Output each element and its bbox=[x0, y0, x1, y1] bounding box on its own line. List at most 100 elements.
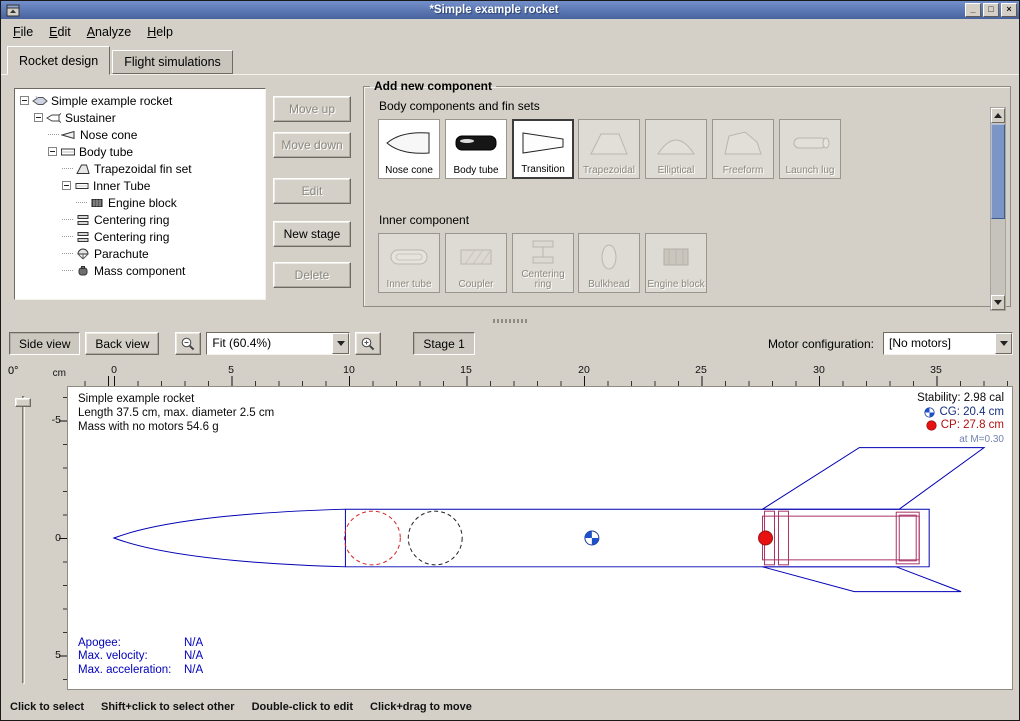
openrocket-window: *Simple example rocket _ □ × File Edit A… bbox=[0, 0, 1020, 721]
engine-block-icon bbox=[89, 197, 105, 209]
add-transition-button[interactable]: Transition bbox=[512, 119, 574, 179]
add-inner-tube-button: Inner tube bbox=[378, 233, 440, 293]
tree-item-mass-component[interactable]: Mass component bbox=[18, 262, 265, 279]
body-tube-icon bbox=[60, 146, 76, 158]
fin-upper bbox=[763, 448, 985, 510]
cp-icon bbox=[926, 420, 937, 431]
trapezoidal-fin-icon bbox=[585, 128, 633, 158]
rocket-view-area: 0° cm 0 5 10 15 20 25 30 35 -5 0 5 bbox=[1, 360, 1019, 694]
move-down-button: Move down bbox=[273, 132, 351, 158]
body-tube-icon bbox=[452, 128, 500, 158]
add-trapezoidal-button: Trapezoidal bbox=[578, 119, 640, 179]
maximize-button[interactable]: □ bbox=[983, 3, 999, 17]
parachute-icon bbox=[75, 248, 91, 260]
horizontal-ruler: 0 5 10 15 20 25 30 35 bbox=[67, 360, 1013, 386]
add-component-title: Add new component bbox=[370, 79, 496, 93]
body-components-label: Body components and fin sets bbox=[379, 99, 540, 113]
cg-icon bbox=[924, 407, 935, 418]
tree-item-centering-ring[interactable]: Centering ring bbox=[18, 211, 265, 228]
rotation-angle-label: 0° bbox=[8, 365, 19, 377]
launch-lug-icon bbox=[786, 128, 834, 158]
add-new-component-group: Add new component Body components and fi… bbox=[363, 79, 1011, 307]
coupler-icon bbox=[452, 242, 500, 272]
zoom-out-button[interactable] bbox=[175, 332, 201, 355]
tree-item-inner-tube[interactable]: Inner Tube bbox=[18, 177, 265, 194]
titlebar: *Simple example rocket _ □ × bbox=[1, 1, 1019, 19]
tab-bar: Rocket design Flight simulations bbox=[1, 44, 1019, 75]
inner-tube-icon bbox=[385, 242, 433, 272]
component-tree: Simple example rocket Sustainer Nose con… bbox=[14, 88, 266, 300]
centering-ring-icon bbox=[519, 237, 567, 267]
rocket-info: Simple example rocket Length 37.5 cm, ma… bbox=[78, 392, 274, 434]
tree-item-rocket[interactable]: Simple example rocket bbox=[18, 92, 265, 109]
zoom-in-icon bbox=[360, 336, 376, 352]
rotation-slider-track[interactable] bbox=[22, 396, 25, 684]
add-coupler-button: Coupler bbox=[445, 233, 507, 293]
centering-ring-icon bbox=[75, 214, 91, 226]
fin-lower bbox=[763, 567, 962, 592]
menu-help[interactable]: Help bbox=[139, 22, 181, 42]
tree-item-body-tube[interactable]: Body tube bbox=[18, 143, 265, 160]
motor-configuration-select[interactable]: [No motors] bbox=[883, 332, 1013, 355]
tree-item-nose-cone[interactable]: Nose cone bbox=[18, 126, 265, 143]
menu-file[interactable]: File bbox=[5, 22, 41, 42]
tree-item-parachute[interactable]: Parachute bbox=[18, 245, 265, 262]
expander-icon[interactable] bbox=[34, 113, 43, 122]
status-hints: Click to select Shift+click to select ot… bbox=[1, 694, 1019, 720]
cp-marker bbox=[759, 531, 773, 545]
window-title: *Simple example rocket bbox=[23, 4, 965, 16]
rotation-slider-handle[interactable] bbox=[15, 398, 31, 407]
scroll-thumb[interactable] bbox=[991, 124, 1005, 219]
rocket-canvas[interactable]: Simple example rocket Length 37.5 cm, ma… bbox=[67, 386, 1013, 690]
scroll-up-button[interactable] bbox=[991, 108, 1005, 123]
combo-arrow-icon[interactable] bbox=[995, 333, 1012, 354]
view-toolbar: Side view Back view Fit (60.4%) Stage 1 … bbox=[1, 327, 1019, 360]
expander-icon[interactable] bbox=[48, 147, 57, 156]
side-view-button[interactable]: Side view bbox=[9, 332, 80, 355]
add-bulkhead-button: Bulkhead bbox=[578, 233, 640, 293]
tree-item-trapezoidal-fin-set[interactable]: Trapezoidal fin set bbox=[18, 160, 265, 177]
menubar: File Edit Analyze Help bbox=[1, 19, 1019, 44]
delete-button: Delete bbox=[273, 262, 351, 288]
inner-component-label: Inner component bbox=[379, 213, 469, 227]
nose-cone-icon bbox=[385, 128, 433, 158]
stage-1-toggle[interactable]: Stage 1 bbox=[413, 332, 474, 355]
close-button[interactable]: × bbox=[1001, 3, 1017, 17]
tree-item-engine-block[interactable]: Engine block bbox=[18, 194, 265, 211]
new-stage-button[interactable]: New stage bbox=[273, 221, 351, 247]
tab-rocket-design[interactable]: Rocket design bbox=[7, 46, 110, 75]
edit-button: Edit bbox=[273, 178, 351, 204]
inner-tube-icon bbox=[74, 180, 90, 192]
expander-icon[interactable] bbox=[62, 181, 71, 190]
panel-splitter[interactable] bbox=[1, 315, 1019, 327]
zoom-select[interactable]: Fit (60.4%) bbox=[206, 332, 350, 355]
fin-set-icon bbox=[75, 163, 91, 175]
combo-arrow-icon[interactable] bbox=[332, 333, 349, 354]
nose-cone-icon bbox=[61, 129, 77, 141]
add-body-tube-button[interactable]: Body tube bbox=[445, 119, 507, 179]
stage-icon bbox=[46, 112, 62, 124]
flight-data: Apogee:N/A Max. velocity:N/A Max. accele… bbox=[78, 637, 203, 678]
scroll-down-button[interactable] bbox=[991, 295, 1005, 310]
menu-analyze[interactable]: Analyze bbox=[79, 22, 139, 42]
back-view-button[interactable]: Back view bbox=[85, 332, 159, 355]
app-icon[interactable] bbox=[6, 4, 20, 17]
add-freeform-button: Freeform bbox=[712, 119, 774, 179]
menu-edit[interactable]: Edit bbox=[41, 22, 79, 42]
tab-flight-simulations[interactable]: Flight simulations bbox=[112, 50, 233, 74]
cg-marker bbox=[585, 531, 599, 545]
vertical-ruler: -5 0 5 bbox=[48, 386, 67, 690]
add-elliptical-button: Elliptical bbox=[645, 119, 707, 179]
add-centering-ring-button: Centering ring bbox=[512, 233, 574, 293]
component-scrollbar[interactable] bbox=[990, 107, 1006, 311]
centering-ring-icon bbox=[75, 231, 91, 243]
engine-block-icon bbox=[652, 242, 700, 272]
elliptical-fin-icon bbox=[652, 128, 700, 158]
minimize-button[interactable]: _ bbox=[965, 3, 981, 17]
motor-configuration-label: Motor configuration: bbox=[768, 337, 878, 351]
tree-item-centering-ring-2[interactable]: Centering ring bbox=[18, 228, 265, 245]
expander-icon[interactable] bbox=[20, 96, 29, 105]
tree-item-sustainer[interactable]: Sustainer bbox=[18, 109, 265, 126]
add-nose-cone-button[interactable]: Nose cone bbox=[378, 119, 440, 179]
zoom-in-button[interactable] bbox=[355, 332, 381, 355]
